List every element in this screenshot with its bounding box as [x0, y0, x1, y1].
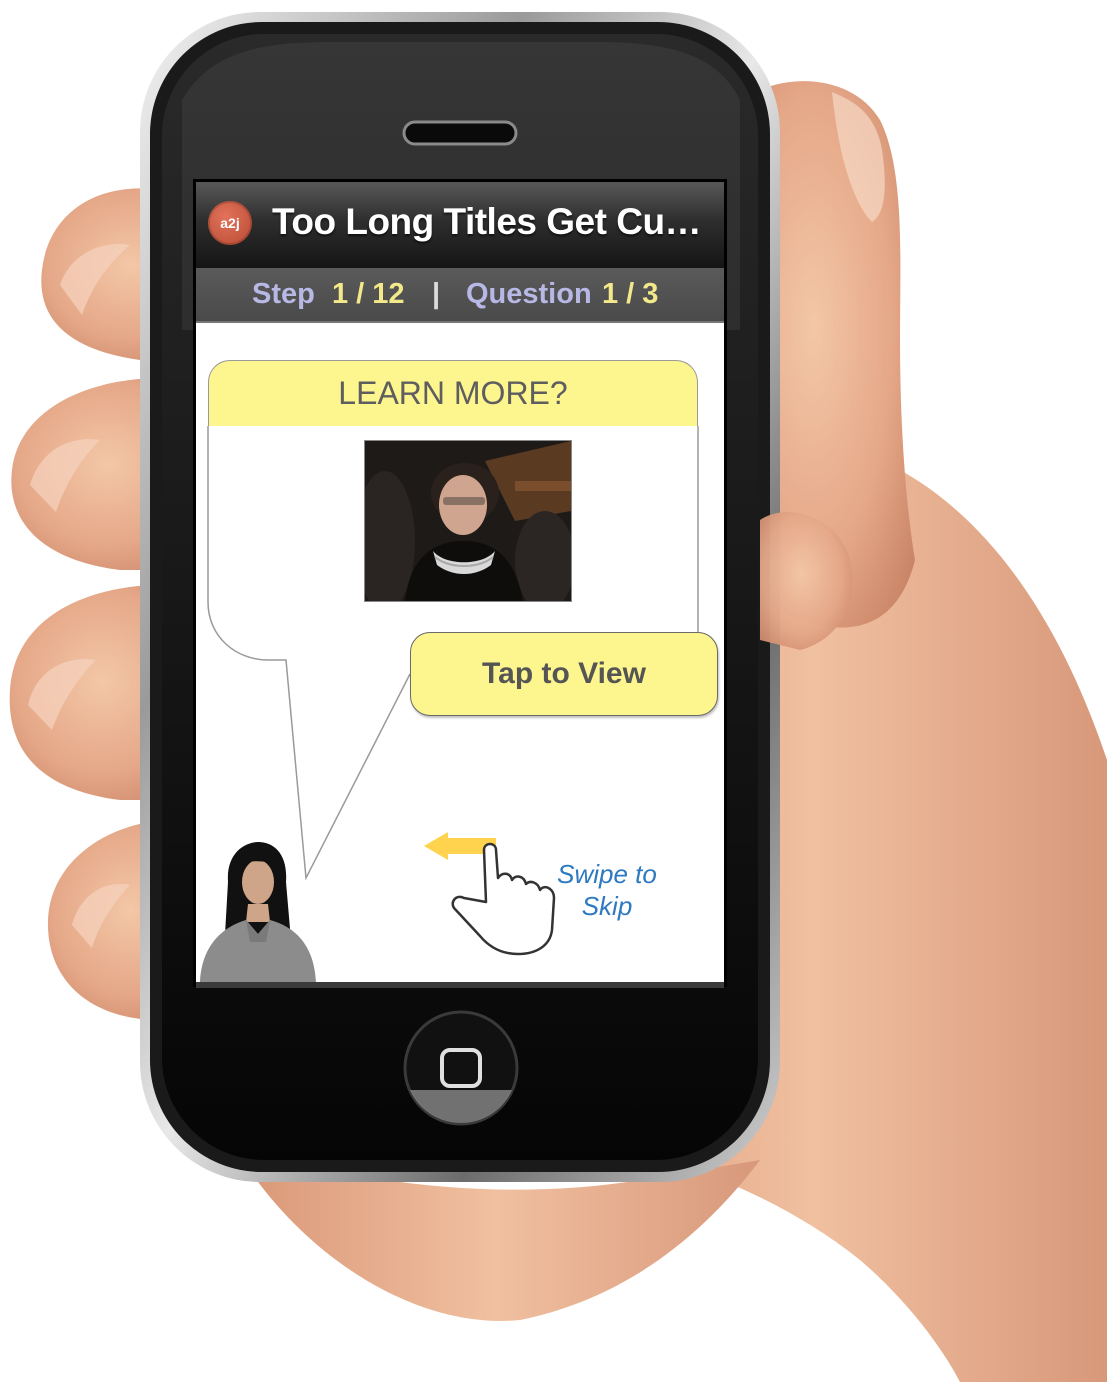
learn-more-title: LEARN MORE? — [338, 375, 568, 411]
swipe-hint-line1: Swipe to — [557, 859, 657, 889]
swipe-hand-icon — [424, 832, 556, 956]
home-button-icon[interactable] — [403, 1010, 519, 1126]
phone-screen: a2j Too Long Titles Get Cu… Step 1 / 12 … — [196, 182, 724, 982]
portrait-photo[interactable] — [364, 440, 572, 602]
tap-to-view-label[interactable]: Tap to View — [410, 632, 718, 716]
swipe-hint-line2: Skip — [581, 891, 633, 921]
avatar-icon — [200, 842, 316, 982]
swipe-hint: Swipe to Skip — [548, 858, 666, 922]
